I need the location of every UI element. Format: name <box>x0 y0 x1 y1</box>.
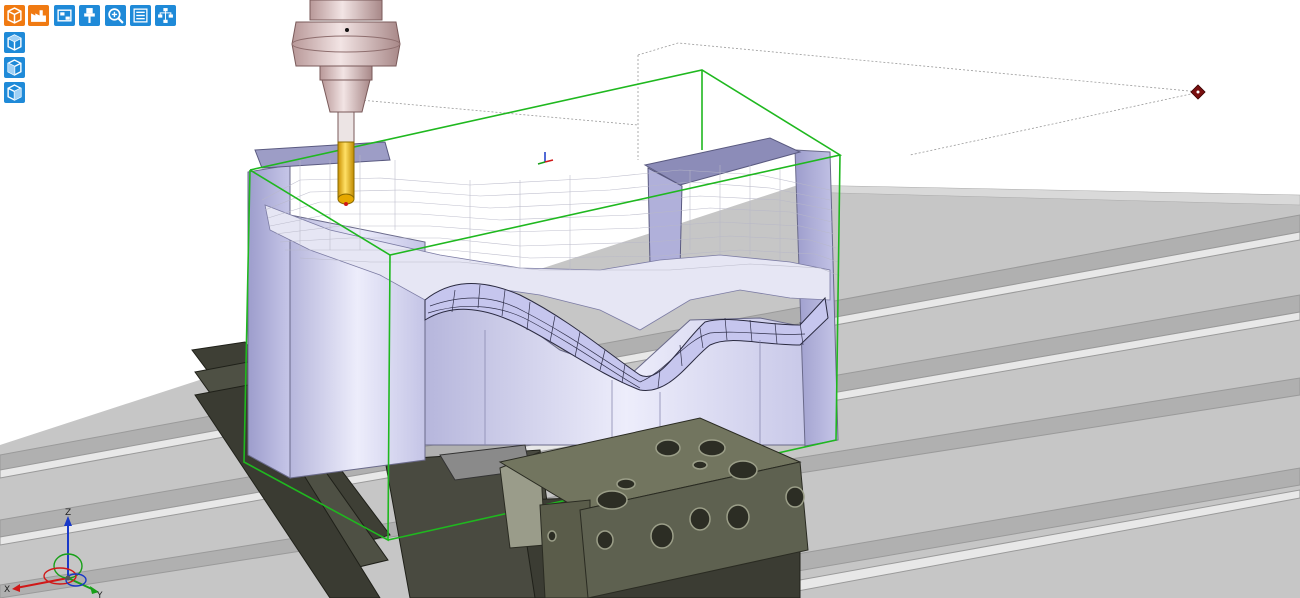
view-side-button[interactable] <box>4 82 25 103</box>
workpiece-origin-marker <box>537 152 554 165</box>
tool-holder-icon <box>84 8 95 23</box>
z-axis-label: Z <box>65 508 71 518</box>
view-iso-icon <box>7 34 22 51</box>
list-button[interactable] <box>130 5 151 26</box>
machining-simulation-viewport[interactable]: Z X Y <box>0 0 1300 598</box>
machine-button[interactable] <box>54 5 75 26</box>
view-front-icon <box>7 59 22 76</box>
zoom-icon <box>108 8 124 24</box>
zoom-button[interactable] <box>105 5 126 26</box>
list-icon <box>133 8 148 23</box>
machine-icon <box>57 9 72 22</box>
x-axis-label: X <box>4 585 10 595</box>
view-iso-button[interactable] <box>4 32 25 53</box>
tree-button[interactable] <box>155 5 176 26</box>
view-side-icon <box>7 84 22 101</box>
tree-icon <box>158 8 173 23</box>
y-axis-label: Y <box>96 591 103 598</box>
stock-cube-icon <box>7 7 22 24</box>
stock-cube-button[interactable] <box>4 5 25 26</box>
toolpath-endpoint-marker[interactable] <box>1190 84 1206 100</box>
cutting-tool[interactable] <box>337 141 355 206</box>
tool-holder[interactable] <box>291 0 401 143</box>
factory-button[interactable] <box>28 5 49 26</box>
view-front-button[interactable] <box>4 57 25 78</box>
tool-holder-button[interactable] <box>79 5 100 26</box>
factory-icon <box>31 10 46 22</box>
